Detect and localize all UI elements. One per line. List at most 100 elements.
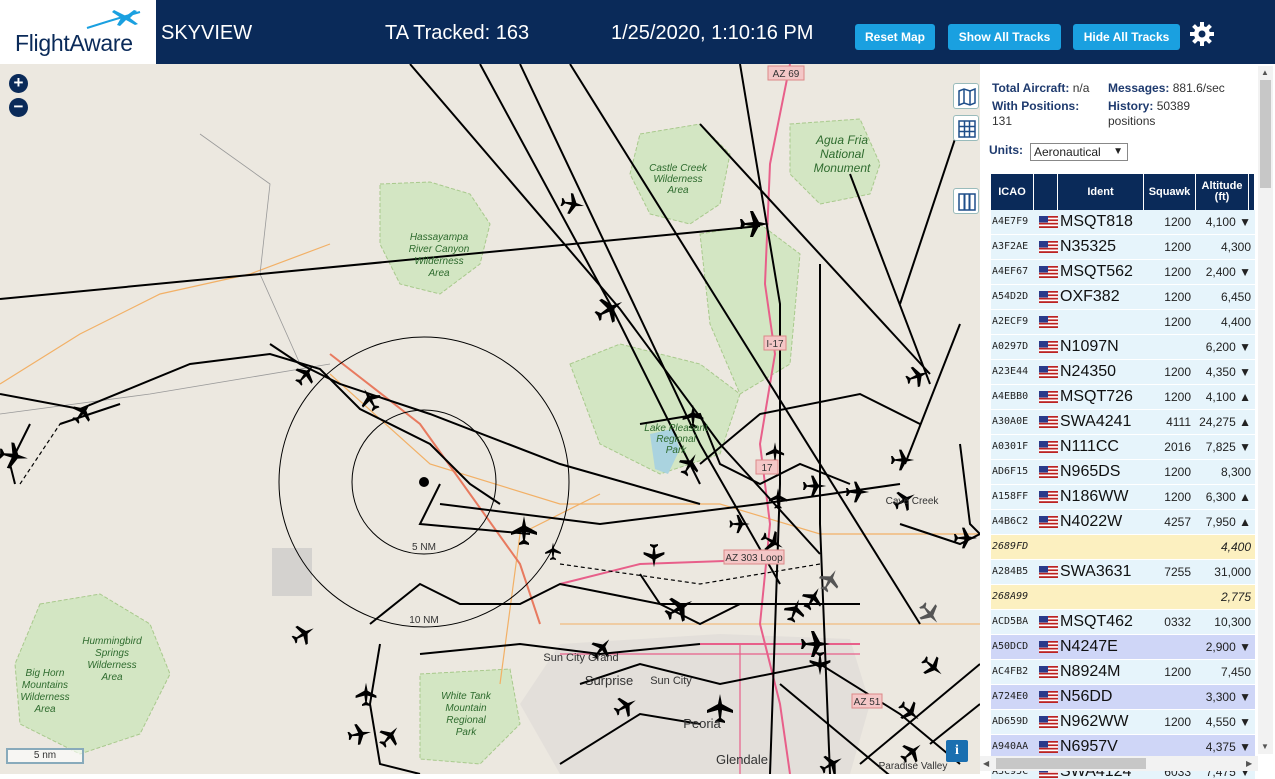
squawk-cell: 1200 — [1164, 715, 1191, 729]
base-map[interactable]: AZ 69 I-17 17 AZ 303 Loop AZ 51 Agua Fri… — [0, 64, 980, 774]
ident-cell — [1059, 310, 1145, 334]
table-row[interactable]: A4B6C2 N4022W 4257 7,950 ▲ — [991, 510, 1255, 535]
zoom-out-button[interactable]: − — [9, 98, 28, 117]
horizontal-scrollbar[interactable]: ◀ ▶ — [980, 756, 1258, 771]
flag-cell — [1036, 510, 1058, 534]
table-row[interactable]: A3F2AE N35325 1200 4,300 — [991, 235, 1255, 260]
altitude-cell: 8,300 — [1220, 465, 1251, 479]
map-label-whitetank-2: Mountain — [445, 703, 487, 714]
total-aircraft-label: Total Aircraft: — [992, 81, 1070, 95]
table-row[interactable]: A2ECF9 1200 4,400 — [991, 310, 1255, 335]
map-label-lake-pleasant-2: Regional — [656, 434, 696, 445]
reset-map-button[interactable]: Reset Map — [855, 24, 935, 50]
table-row[interactable]: A50DCD N4247E 2,900 ▼ — [991, 635, 1255, 660]
col-flag[interactable] — [1034, 174, 1058, 210]
us-flag-icon — [1039, 216, 1058, 228]
col-ident[interactable]: Ident — [1058, 174, 1144, 210]
table-row[interactable]: AD659D N962WW 1200 4,550 ▼ — [991, 710, 1255, 735]
col-altitude[interactable]: Altitude (ft) — [1196, 174, 1249, 210]
table-row[interactable]: A54D2D OXF382 1200 6,450 — [991, 285, 1255, 310]
table-row[interactable]: ACD5BA MSQT462 0332 10,300 — [991, 610, 1255, 635]
table-row[interactable]: A4EF67 MSQT562 1200 2,400 ▼ — [991, 260, 1255, 285]
icao-cell: A0297D — [992, 341, 1029, 352]
table-row[interactable]: A724E0 N56DD 3,300 ▼ — [991, 685, 1255, 710]
map-label-hassayampa-1: Hassayampa — [410, 232, 469, 243]
flag-cell — [1036, 385, 1058, 409]
icao-cell: A3F2AE — [992, 241, 1029, 252]
table-row[interactable]: A0297D N1097N 6,200 ▼ — [991, 335, 1255, 360]
altitude-cell: 3,300 ▼ — [1205, 690, 1251, 704]
squawk-cell: 1200 — [1164, 215, 1191, 229]
squawk-cell: 7255 — [1164, 565, 1191, 579]
map-label-whitetank-4: Park — [456, 727, 478, 738]
columns-button[interactable] — [953, 188, 979, 214]
map-layer-button[interactable] — [953, 83, 979, 109]
squawk-cell: 1200 — [1164, 365, 1191, 379]
ident-cell: SWA4241 — [1060, 413, 1132, 430]
total-aircraft-value: n/a — [1072, 81, 1090, 95]
info-button[interactable]: i — [946, 740, 968, 762]
scroll-down-icon[interactable]: ▼ — [1261, 742, 1269, 751]
show-all-tracks-button[interactable]: Show All Tracks — [948, 24, 1061, 50]
table-row[interactable]: A23E44 N24350 1200 4,350 ▼ — [991, 360, 1255, 385]
squawk-cell: 1200 — [1164, 315, 1191, 329]
map-label-hassayampa-4: Area — [427, 268, 450, 279]
gear-icon[interactable] — [1189, 21, 1215, 47]
icao-cell: A4E7F9 — [992, 216, 1029, 227]
map-label-peoria: Peoria — [683, 716, 721, 731]
map-label-hassayampa-3: Wilderness — [414, 256, 463, 267]
us-flag-icon — [1039, 691, 1058, 703]
icao-cell: A158FF — [992, 491, 1029, 502]
table-row[interactable]: AC4FB2 N8924M 1200 7,450 — [991, 660, 1255, 685]
table-row[interactable]: 268A99 2,775 — [991, 585, 1255, 610]
map-label-lake-pleasant-1: Lake Pleasant — [644, 423, 709, 434]
vertical-scroll-thumb[interactable] — [1260, 80, 1271, 188]
flightaware-logo[interactable]: FlightAware — [0, 0, 156, 64]
us-flag-icon — [1039, 466, 1058, 478]
scale-bar: 5 nm — [6, 748, 84, 764]
icao-cell: AC4FB2 — [992, 666, 1029, 677]
flag-cell — [1036, 260, 1058, 284]
scroll-up-icon[interactable]: ▲ — [1261, 68, 1269, 77]
squawk-cell — [1145, 585, 1195, 609]
col-squawk[interactable]: Squawk — [1144, 174, 1196, 210]
map-view[interactable]: AZ 69 I-17 17 AZ 303 Loop AZ 51 Agua Fri… — [0, 64, 980, 774]
map-label-agua-fria-3: Monument — [814, 161, 871, 175]
map-label-whitetank-1: White Tank — [441, 691, 492, 702]
units-value: Aeronautical — [1034, 145, 1101, 159]
us-flag-icon — [1039, 516, 1058, 528]
flag-cell — [1036, 685, 1058, 709]
scroll-left-icon[interactable]: ◀ — [983, 759, 989, 768]
units-select[interactable]: Aeronautical ▼ — [1030, 143, 1128, 161]
flag-cell — [1036, 360, 1058, 384]
current-datetime: 1/25/2020, 1:10:16 PM — [611, 22, 814, 44]
table-row[interactable]: AD6F15 N965DS 1200 8,300 — [991, 460, 1255, 485]
grid-icon — [958, 120, 976, 138]
table-row[interactable]: A30A0E SWA4241 4111 24,275 ▲ — [991, 410, 1255, 435]
table-row[interactable]: A158FF N186WW 1200 6,300 ▲ — [991, 485, 1255, 510]
map-label-sun-city-grand: Sun City Grand — [543, 652, 618, 664]
flag-cell — [1036, 635, 1058, 659]
icao-cell: AD659D — [992, 716, 1029, 727]
table-row[interactable]: A0301F N111CC 2016 7,825 ▼ — [991, 435, 1255, 460]
squawk-cell — [1145, 535, 1195, 559]
horizontal-scroll-thumb[interactable] — [996, 758, 1146, 769]
col-icao[interactable]: ICAO — [991, 174, 1034, 210]
icao-cell: A4EF67 — [992, 266, 1029, 277]
vertical-scrollbar[interactable]: ▲ ▼ — [1258, 66, 1273, 754]
flag-cell — [1036, 660, 1058, 684]
flag-cell — [1036, 485, 1058, 509]
table-row[interactable]: 2689FD 4,400 — [991, 535, 1255, 560]
zoom-in-button[interactable]: + — [9, 74, 28, 93]
flag-cell — [1036, 210, 1058, 234]
table-row[interactable]: A4EBB0 MSQT726 1200 4,100 ▲ — [991, 385, 1255, 410]
scroll-right-icon[interactable]: ▶ — [1246, 759, 1252, 768]
map-label-cave-creek: Cave Creek — [886, 496, 940, 507]
map-label-sun-city: Sun City — [650, 675, 692, 687]
grid-button[interactable] — [953, 115, 979, 141]
table-row[interactable]: A284B5 SWA3631 7255 31,000 — [991, 560, 1255, 585]
table-row[interactable]: A4E7F9 MSQT818 1200 4,100 ▼ — [991, 210, 1255, 235]
flag-cell — [1036, 435, 1058, 459]
flag-cell — [1036, 285, 1058, 309]
hide-all-tracks-button[interactable]: Hide All Tracks — [1073, 24, 1180, 50]
